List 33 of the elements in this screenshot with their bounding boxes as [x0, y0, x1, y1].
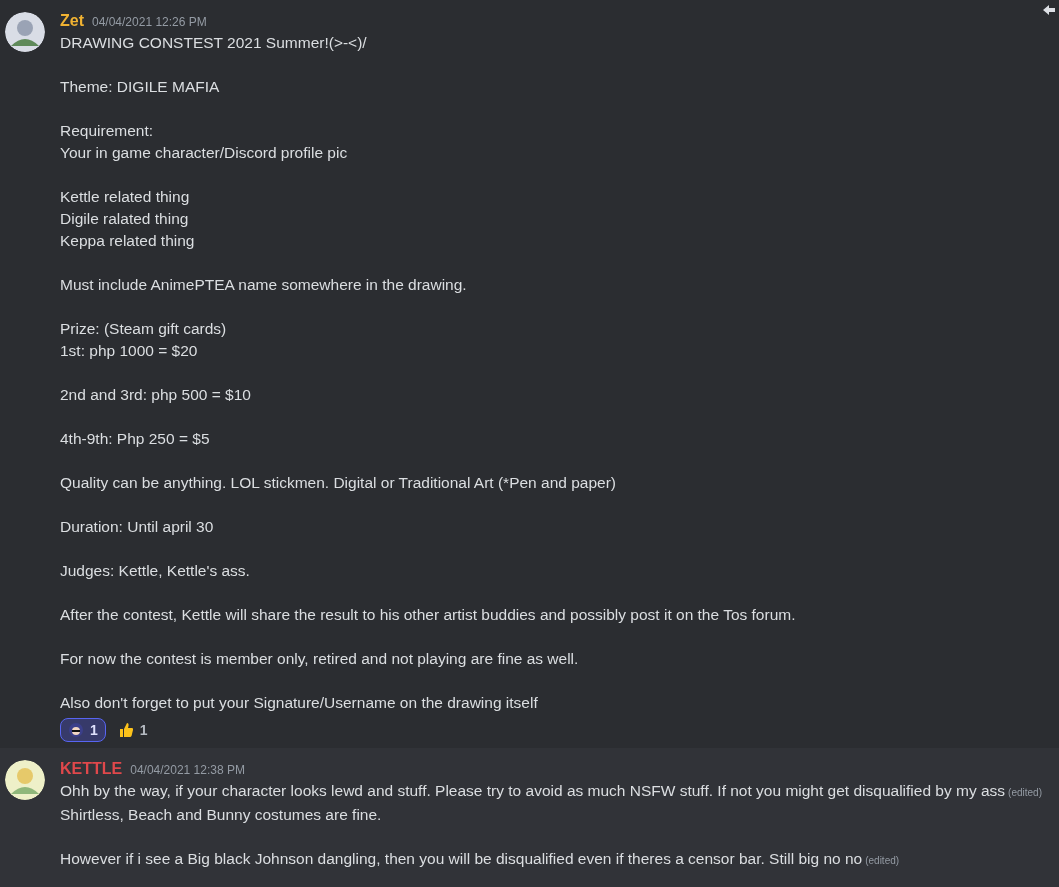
- message-text: Quality can be anything. LOL stickmen. Digital or Traditional Art (*Pen and paper): [60, 474, 616, 491]
- message-text: 1st: php 1000 = $20: [60, 342, 198, 359]
- edited-label: (edited): [1008, 787, 1042, 798]
- reaction-button[interactable]: 1: [60, 718, 106, 742]
- message-text: Also don't forget to put your Signature/Username on the drawing itself: [60, 694, 538, 711]
- message-text: 2nd and 3rd: php 500 = $10: [60, 386, 251, 403]
- edited-label: (edited): [865, 855, 900, 866]
- avatar-icon[interactable]: [5, 760, 45, 800]
- timestamp: 04/04/2021 12:26 PM: [92, 14, 207, 31]
- reply-arrow-icon: [1043, 4, 1055, 16]
- timestamp: 04/04/2021 12:38 PM: [130, 762, 245, 779]
- message-text: 4th-9th: Php 250 = $5: [60, 430, 210, 447]
- message-text: For now the contest is member only, retired and not playing are fine as well.: [60, 650, 579, 667]
- reaction-button[interactable]: 1: [109, 718, 156, 742]
- message-text: Kettle related thing: [60, 188, 190, 205]
- avatar-emoji-icon: [68, 722, 84, 738]
- message-text: Your in game character/Discord profile pic: [60, 144, 348, 161]
- message-text: Digile ralated thing: [60, 210, 189, 227]
- message-text: Judges: Kettle, Kettle's ass.: [60, 562, 250, 579]
- message-text: Must include AnimePTEA name somewhere in the drawing.: [60, 276, 467, 293]
- message-text: After the contest, Kettle will share the result to his other artist buddies and possibly post it on the Tos forum.: [60, 606, 796, 623]
- username[interactable]: Zet: [60, 11, 84, 31]
- message-text: Prize: (Steam gift cards): [60, 320, 227, 337]
- message-text: Shirtless, Beach and Bunny costumes are fine.: [60, 806, 382, 823]
- message-text: Duration: Until april 30: [60, 518, 214, 535]
- message-text: Ohh by the way, if your character looks lewd and stuff. Please try to avoid as much NSFW stuff. If not you might get disqualified by my ass: [60, 782, 1006, 799]
- message-text: DRAWING CONSTEST 2021 Summer!(>-<)/: [60, 34, 367, 51]
- thumbs-up-icon: [117, 722, 134, 738]
- message-text: However if i see a Big black Johnson dangling, then you will be disqualified even if theres a censor bar. Still big no no: [60, 850, 863, 867]
- message-text: Theme: DIGILE MAFIA: [60, 78, 220, 95]
- message-text: Keppa related thing: [60, 232, 195, 249]
- message-text: Requirement:: [60, 122, 154, 139]
- avatar-icon[interactable]: [5, 12, 45, 52]
